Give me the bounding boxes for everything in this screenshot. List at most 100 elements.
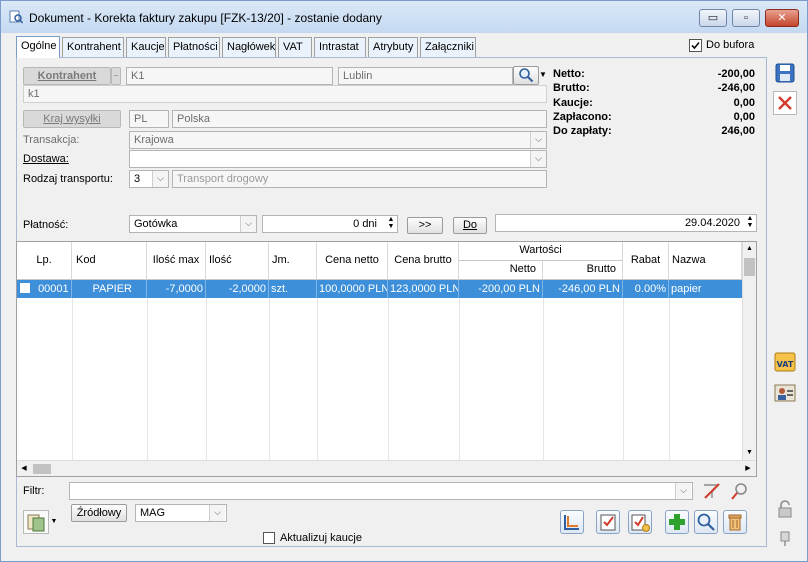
cell-kod: PAPIER (72, 280, 147, 298)
pdf-book-button[interactable] (560, 510, 584, 534)
col-header-rabat[interactable]: Rabat (623, 242, 669, 280)
tab-platnosci[interactable]: Płatności (168, 37, 220, 57)
kraj-name-field[interactable]: Polska (172, 110, 547, 128)
chevron-down-icon[interactable]: ⌵ (152, 171, 168, 187)
column-divider (388, 298, 389, 460)
platnosc-days-field[interactable]: 0 dni (262, 215, 398, 233)
document-window: Dokument - Korekta faktury zakupu [FZK-1… (0, 0, 808, 562)
kontrahent-name-field[interactable]: k1 (23, 85, 547, 103)
cell-lp: 00001 (17, 280, 72, 298)
scroll-thumb[interactable] (33, 464, 51, 474)
col-header-ilosc[interactable]: Ilość (206, 242, 269, 280)
platnosc-method-select[interactable]: Gotówka (129, 215, 257, 233)
scroll-down-icon[interactable]: ▼ (743, 446, 756, 460)
do-date-button[interactable]: Do (453, 217, 487, 234)
col-header-ilosc-max[interactable]: Ilość max (147, 242, 206, 280)
tab-ogolne[interactable]: Ogólne (16, 36, 60, 58)
col-header-lp[interactable]: Lp. (17, 242, 72, 280)
zrodlowy-button[interactable]: Źródłowy (71, 504, 127, 522)
window-title: Dokument - Korekta faktury zakupu [FZK-1… (29, 11, 382, 25)
add-button[interactable] (665, 510, 689, 534)
dostawa-select[interactable] (129, 150, 547, 168)
kontrahent-city-field[interactable]: Lublin (338, 67, 513, 85)
chevron-down-icon[interactable]: ▼ (539, 70, 547, 79)
person-card-icon (774, 384, 796, 402)
col-header-nazwa[interactable]: Nazwa (669, 242, 742, 280)
vat-button[interactable]: VAT (773, 351, 797, 373)
lock-icon (778, 500, 792, 518)
chevron-down-icon[interactable]: ⌵ (530, 151, 546, 167)
chevron-down-icon[interactable]: ⌵ (209, 505, 225, 521)
items-grid[interactable]: Lp. Kod Ilość max Ilość Jm. Cena netto C… (16, 241, 757, 477)
chevron-down-icon[interactable]: ⌵ (240, 216, 256, 232)
filtr-input[interactable] (69, 482, 693, 500)
tab-kaucje[interactable]: Kaucje (126, 37, 166, 57)
do-bufora-checkbox[interactable] (689, 39, 702, 52)
clear-filter-button[interactable] (701, 481, 723, 501)
tab-zalaczniki[interactable]: Załączniki (420, 37, 476, 57)
kontrahent-button[interactable]: Kontrahent (23, 67, 111, 85)
scroll-right-icon[interactable]: ▶ (741, 462, 755, 476)
horizontal-scrollbar[interactable]: ◀ ▶ (17, 460, 756, 476)
summary-value-do-zaplaty: 246,00 (721, 125, 755, 137)
title-bar[interactable]: Dokument - Korekta faktury zakupu [FZK-1… (1, 1, 807, 33)
col-header-brutto[interactable]: Brutto (543, 261, 623, 280)
tab-naglowek[interactable]: Nagłówek (222, 37, 276, 57)
col-header-cena-netto[interactable]: Cena netto (317, 242, 388, 280)
transakcja-label: Transakcja: (23, 134, 80, 146)
kraj-wysylki-button[interactable]: Kraj wysyłki (23, 110, 121, 128)
documents-button[interactable] (23, 510, 49, 534)
summary-label-zaplacono: Zapłacono: (553, 111, 612, 123)
chevron-down-icon[interactable]: ▼ (49, 510, 59, 534)
kraj-code-field[interactable]: PL (129, 110, 169, 128)
col-header-jm[interactable]: Jm. (269, 242, 317, 280)
filter-clear-icon (704, 483, 720, 499)
tab-atrybuty[interactable]: Atrybuty (368, 37, 418, 57)
scroll-thumb[interactable] (744, 258, 755, 276)
kontrahent-menu-button[interactable]: – (111, 67, 121, 85)
aktualizuj-kaucje-checkbox[interactable] (263, 532, 275, 544)
minimize-button[interactable]: ▭ (699, 9, 727, 27)
col-header-cena-brutto[interactable]: Cena brutto (388, 242, 459, 280)
cell-ilosc-max: -7,0000 (147, 280, 206, 298)
chevron-down-icon[interactable]: ⌵ (530, 132, 546, 148)
pin-button[interactable] (777, 529, 793, 547)
delete-button[interactable] (723, 510, 747, 534)
new-document-button[interactable] (628, 510, 652, 534)
date-spinner[interactable]: ▲ ▼ (744, 215, 756, 231)
edit-document-button[interactable] (596, 510, 620, 534)
tab-vat[interactable]: VAT (278, 37, 312, 57)
close-button[interactable]: ✕ (765, 9, 799, 27)
kontrahent-code-field[interactable]: K1 (126, 67, 333, 85)
restore-button[interactable]: ▫ (732, 9, 760, 27)
scroll-up-icon[interactable]: ▲ (743, 242, 756, 256)
col-header-wartosci[interactable]: Wartości (459, 242, 623, 261)
contacts-button[interactable] (773, 381, 797, 403)
tab-kontrahent[interactable]: Kontrahent (62, 37, 124, 57)
col-header-kod[interactable]: Kod (72, 242, 147, 280)
dostawa-label: Dostawa: (23, 153, 69, 165)
cell-ilosc: -2,0000 (206, 280, 269, 298)
chevron-down-icon[interactable]: ⌵ (675, 483, 691, 499)
filter-build-button[interactable] (729, 481, 751, 501)
tab-intrastat[interactable]: Intrastat (314, 37, 366, 57)
col-header-netto[interactable]: Netto (459, 261, 543, 280)
next-date-button[interactable]: >> (407, 217, 443, 234)
lock-button[interactable] (775, 499, 795, 519)
vertical-scrollbar[interactable]: ▲ ▼ (742, 242, 756, 460)
cancel-button[interactable] (773, 91, 797, 115)
document-check-icon (600, 514, 616, 531)
days-spinner[interactable]: ▲ ▼ (385, 216, 397, 232)
search-button[interactable] (694, 510, 718, 534)
search-kontrahent-button[interactable] (513, 66, 539, 85)
row-checkbox[interactable] (20, 283, 30, 293)
platnosc-date-field[interactable]: 29.04.2020 (495, 214, 757, 232)
floppy-disk-icon (775, 63, 795, 83)
transakcja-select[interactable]: Krajowa (129, 131, 547, 149)
table-row[interactable]: 00001 PAPIER -7,0000 -2,0000 szt. 100,00… (17, 280, 742, 298)
close-icon: ✕ (777, 12, 787, 24)
scroll-left-icon[interactable]: ◀ (17, 462, 31, 476)
column-divider (206, 298, 207, 460)
save-button[interactable] (773, 61, 797, 85)
transport-name-field[interactable]: Transport drogowy (172, 170, 547, 188)
